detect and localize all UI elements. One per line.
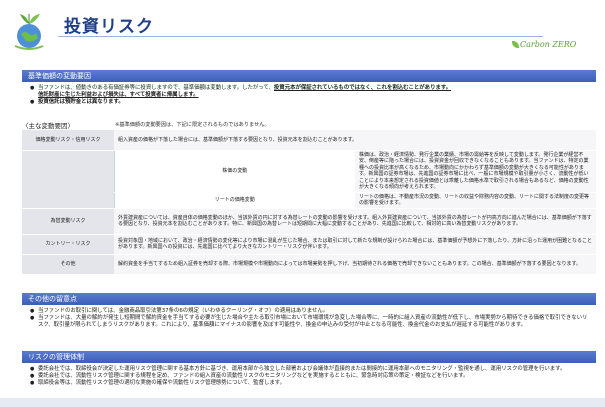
leaf-icon <box>512 41 519 48</box>
row-text: 投資対象国・地域において、政治・経済情勢の変化等により市場に混乱が生じた場合、ま… <box>114 234 596 255</box>
row-label: カントリー・リスク <box>22 234 114 255</box>
row-sublabel: 株価の変動 <box>113 150 355 193</box>
risk-management-bullets: 委託会社では、取締役会が決定した運用リスク管理に関する基本方針に基づき、運用本部… <box>30 366 590 387</box>
row-text: リートの価格は、不動産市況の変動、リートの収益や財務内容の変動、リートに関する法… <box>355 192 596 209</box>
row-text: 解約資金を手当てするため組入証券を売却する際、市場規模や市場動向によっては市場実… <box>114 254 596 275</box>
footer-strip <box>0 398 605 407</box>
price-factor-bullets: 当ファンドは、値動きのある有価証券等に投資しますので、基準価額は変動します。した… <box>30 85 590 106</box>
globe-plant-logo <box>14 14 44 50</box>
row-text: 組入資産の価格が下落した場合には、基準価額が下落する要因となり、投資元本を割込む… <box>114 130 596 151</box>
list-item: 当ファンドのお取引に関しては、金融商品取引法第37条の6の規定（いわゆるクーリン… <box>30 308 590 315</box>
section-header-price-factors: 基準価額の変動要因 <box>22 70 596 82</box>
risk-heading: 〈主な変動要因〉 <box>22 122 74 130</box>
table-row: カントリー・リスク 投資対象国・地域において、政治・経済情勢の変化等により市場に… <box>22 234 596 255</box>
list-item: 委託会社では、取締役会が決定した運用リスク管理に関する基本方針に基づき、運用本部… <box>30 366 590 373</box>
risk-note: ※基準価額の変動要因は、下記に限定されるものではありません。 <box>115 122 270 128</box>
list-item: 当ファンドは、値動きのある有価証券等に投資しますので、基準価額は変動します。した… <box>30 85 590 99</box>
row-text: 外貨建資産については、資産自体の価格変動のほか、当該外貨の円に対する為替レートの… <box>114 208 596 235</box>
table-row: その他 解約資金を手当てするため組入証券を売却する際、市場規模や市場動向によって… <box>22 254 596 275</box>
row-label: 為替変動リスク <box>22 208 114 235</box>
list-item: 投資信託は預貯金とは異なります。 <box>30 99 590 106</box>
bullet-bold-text: 投資元本が保証されているものではなく、これを割込むことがあります。 <box>273 85 452 91</box>
bullet-bold-text-2: 信託財産に生じた利益および損失は、すべて投資者に帰属します。 <box>38 92 199 98</box>
bullet-text: 当ファンドは、値動きのある有価証券等に投資しますので、基準価額は変動します。した… <box>38 85 274 91</box>
table-row: 株価の変動 株価は、政治・経済情勢、発行企業の業績、市場の需給等を反映して変動し… <box>22 150 596 209</box>
page: 投資リスク Carbon ZERO 基準価額の変動要因 当ファンドは、値動きのあ… <box>0 0 605 407</box>
row-label: 価格変動リスク・信用リスク <box>22 130 114 151</box>
risk-table: 価格変動リスク・信用リスク 組入資産の価格が下落した場合には、基準価額が下落する… <box>22 130 596 275</box>
brand-label: Carbon ZERO <box>520 40 577 49</box>
row-text: 株価は、政治・経済情勢、発行企業の業績、市場の需給等を反映して変動します。発行企… <box>355 150 596 193</box>
table-row: 為替変動リスク 外貨建資産については、資産自体の価格変動のほか、当該外貨の円に対… <box>22 208 596 235</box>
list-item: 取締役会等は、流動性リスク管理の適切な実施の確保や流動性リスク管理態勢について、… <box>30 380 590 387</box>
section-header-other-notes: その他の留意点 <box>22 293 596 305</box>
list-item: 委託会社では、流動性リスク管理に関する規程を定め、ファンドの組入資産の流動性リス… <box>30 373 590 380</box>
row-label-empty <box>22 150 114 209</box>
row-label: その他 <box>22 254 114 275</box>
table-row: 価格変動リスク・信用リスク 組入資産の価格が下落した場合には、基準価額が下落する… <box>22 130 596 151</box>
list-item: 当ファンドは、大量の解約が発生し短期間で解約資金を手当てする必要が生じた場合や主… <box>30 315 590 329</box>
section-header-risk-management: リスクの管理体制 <box>22 351 596 363</box>
header: 投資リスク Carbon ZERO <box>0 0 605 62</box>
other-notes-bullets: 当ファンドのお取引に関しては、金融商品取引法第37条の6の規定（いわゆるクーリン… <box>30 308 590 329</box>
title-rule <box>58 36 543 37</box>
row-sublabel: リートの価格変動 <box>113 192 355 209</box>
page-title: 投資リスク <box>64 17 154 37</box>
